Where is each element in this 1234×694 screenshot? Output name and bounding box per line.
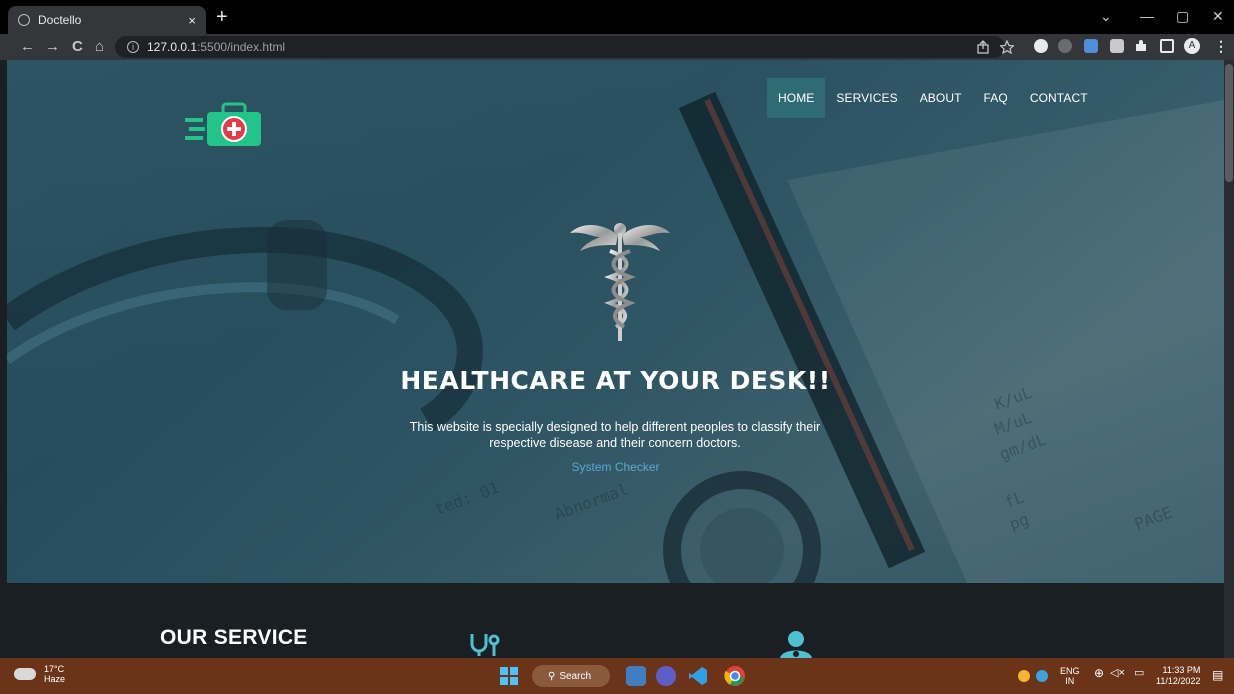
- weather-widget[interactable]: 17°C Haze: [14, 663, 66, 684]
- browser-tab-bar: Doctello × + ⌄ — ▢ ✕: [0, 0, 1234, 34]
- windows-taskbar: 17°C Haze ⚲ Search ENG IN ⊕ ◁× ▭ 11:33 P…: [0, 658, 1234, 694]
- weather-temp: 17°C: [44, 664, 65, 674]
- profile-avatar-icon[interactable]: A: [1184, 38, 1200, 54]
- system-clock[interactable]: 11:33 PM 11/12/2022: [1156, 665, 1200, 687]
- web-page: K/uL M/uL gm/dL fL pg PAGE ted: 01 Abnor…: [0, 60, 1234, 658]
- site-info-icon[interactable]: i: [127, 41, 139, 53]
- extension-icon[interactable]: [1110, 39, 1124, 53]
- vscode-icon[interactable]: [688, 666, 708, 686]
- nav-about[interactable]: ABOUT: [909, 78, 973, 118]
- file-explorer-icon[interactable]: [626, 666, 646, 686]
- language-code: ENG: [1060, 666, 1080, 676]
- caduceus-icon: [570, 223, 670, 341]
- search-icon: ⚲: [548, 670, 556, 682]
- minimize-button[interactable]: —: [1140, 8, 1154, 24]
- windows-start-icon[interactable]: [500, 667, 518, 685]
- bookmark-star-icon[interactable]: [1000, 40, 1014, 54]
- extension-icon[interactable]: [1034, 39, 1048, 53]
- main-nav: HOME SERVICES ABOUT FAQ CONTACT: [767, 78, 1099, 118]
- scrollbar-thumb[interactable]: [1225, 64, 1233, 182]
- page-scrollbar[interactable]: [1224, 60, 1234, 658]
- language-indicator[interactable]: ENG IN: [1060, 666, 1080, 686]
- weather-condition: Haze: [44, 674, 66, 684]
- clock-time: 11:33 PM: [1162, 665, 1201, 675]
- back-button[interactable]: ←: [20, 38, 35, 56]
- stethoscope-icon: [470, 634, 500, 656]
- svg-text:Abnormal: Abnormal: [552, 480, 631, 524]
- chrome-icon[interactable]: [724, 665, 746, 687]
- hero-title: HEALTHCARE AT YOUR DESK!!: [400, 366, 831, 395]
- side-panel-icon[interactable]: [1160, 39, 1174, 53]
- browser-tab[interactable]: Doctello ×: [8, 6, 206, 34]
- tab-close-button[interactable]: ×: [188, 13, 196, 28]
- doctello-logo[interactable]: [185, 100, 267, 152]
- browser-toolbar: ← → C ⌂ i 127.0.0.1 :5500/index.html A ⋮: [0, 34, 1234, 60]
- system-checker-link[interactable]: System Checker: [7, 460, 1224, 474]
- address-bar[interactable]: i 127.0.0.1 :5500/index.html: [115, 36, 1005, 58]
- speaker-muted-icon[interactable]: ◁×: [1110, 666, 1125, 679]
- home-button[interactable]: ⌂: [95, 38, 104, 56]
- nav-contact[interactable]: CONTACT: [1019, 78, 1099, 118]
- app-tray-icon[interactable]: [1036, 670, 1048, 682]
- maximize-button[interactable]: ▢: [1176, 8, 1189, 25]
- url-host: 127.0.0.1: [147, 40, 198, 54]
- section-title-our-service: OUR SERVICE: [160, 626, 308, 649]
- tab-title: Doctello: [38, 13, 82, 27]
- taskbar-search[interactable]: ⚲ Search: [532, 665, 610, 687]
- browser-menu-icon[interactable]: ⋮: [1214, 38, 1228, 55]
- battery-icon[interactable]: ▭: [1134, 666, 1144, 679]
- language-region: IN: [1065, 676, 1075, 686]
- nav-faq[interactable]: FAQ: [973, 78, 1019, 118]
- extension-icon[interactable]: [1058, 39, 1072, 53]
- url-path: :5500/index.html: [197, 40, 286, 54]
- extensions-puzzle-icon[interactable]: [1134, 39, 1148, 53]
- teams-chat-icon[interactable]: [656, 666, 676, 686]
- nav-home[interactable]: HOME: [767, 78, 826, 118]
- notification-icon[interactable]: ▤: [1212, 668, 1223, 682]
- clock-date: 11/12/2022: [1156, 676, 1201, 686]
- share-icon[interactable]: [976, 40, 990, 54]
- close-window-button[interactable]: ✕: [1212, 8, 1224, 25]
- nav-services[interactable]: SERVICES: [825, 78, 908, 118]
- new-tab-button[interactable]: +: [216, 6, 228, 28]
- taskbar-search-label: Search: [559, 670, 592, 682]
- forward-button[interactable]: →: [45, 38, 60, 56]
- globe-icon: [18, 14, 30, 26]
- svg-text:ted: 01: ted: 01: [432, 478, 502, 519]
- reload-button[interactable]: C: [72, 38, 83, 56]
- hero-description: This website is specially designed to he…: [409, 420, 821, 450]
- tab-search-icon[interactable]: ⌄: [1100, 8, 1112, 25]
- extension-icon[interactable]: [1084, 39, 1098, 53]
- network-icon[interactable]: ⊕: [1094, 666, 1104, 680]
- doctor-icon: [780, 631, 812, 658]
- hero-section: K/uL M/uL gm/dL fL pg PAGE ted: 01 Abnor…: [7, 60, 1224, 583]
- chrome-tray-icon[interactable]: [1018, 670, 1030, 682]
- weather-haze-icon: [14, 663, 36, 680]
